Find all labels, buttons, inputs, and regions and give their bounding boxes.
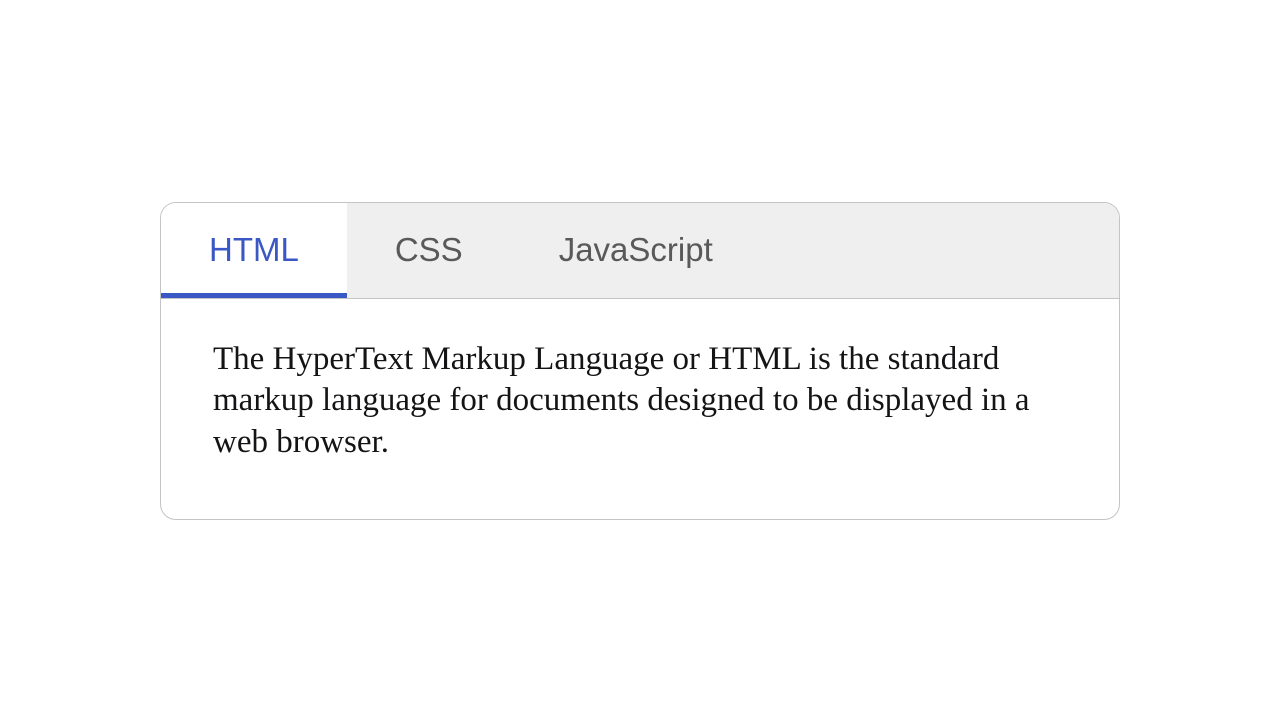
tab-javascript[interactable]: JavaScript [511, 203, 761, 298]
tab-list: HTML CSS JavaScript [161, 203, 1119, 299]
tab-panel-text: The HyperText Markup Language or HTML is… [213, 339, 1071, 463]
tab-container: HTML CSS JavaScript The HyperText Markup… [160, 202, 1120, 520]
tab-css[interactable]: CSS [347, 203, 511, 298]
tab-html[interactable]: HTML [161, 203, 347, 298]
tab-panel-html: The HyperText Markup Language or HTML is… [161, 299, 1119, 519]
